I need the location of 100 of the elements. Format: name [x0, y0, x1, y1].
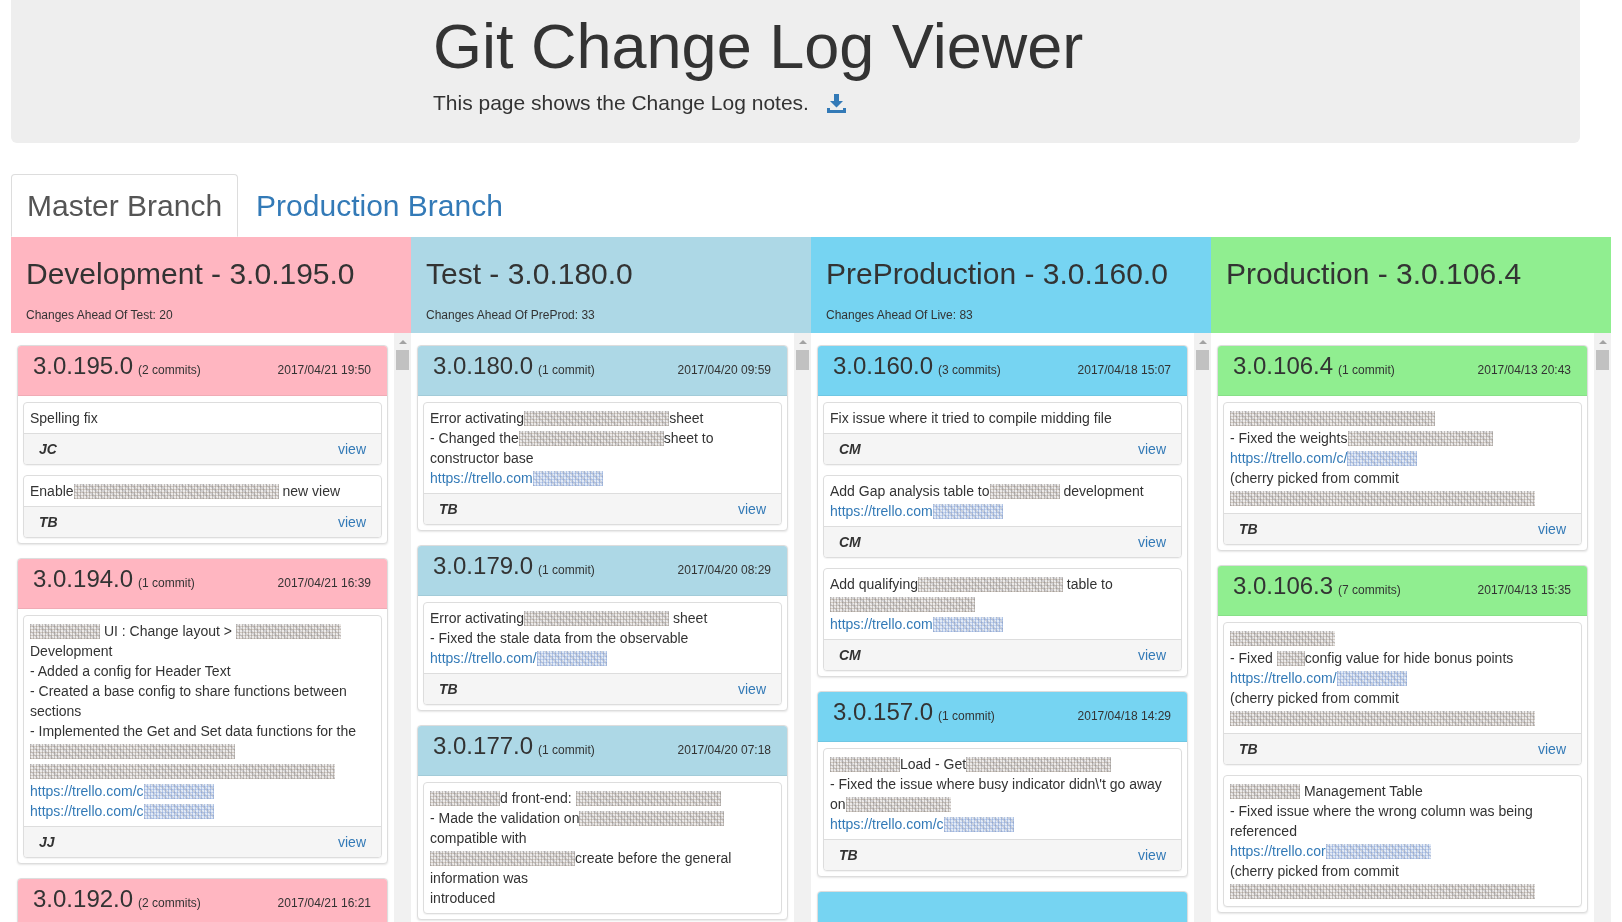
author-initials: JJ [39, 833, 55, 852]
commit-count: (1 commit) [538, 363, 595, 378]
commit-count: (2 commits) [138, 896, 201, 911]
page-subtitle: This page shows the Change Log notes. [433, 90, 809, 116]
blurred-text [932, 617, 1003, 632]
blurred-text [1276, 651, 1305, 666]
author-initials: CM [839, 646, 861, 665]
blurred-text [143, 784, 214, 799]
blurred-text [830, 757, 900, 772]
blurred-text [943, 817, 1014, 832]
commit-count: (1 commit) [1338, 363, 1395, 378]
author-initials: CM [839, 533, 861, 552]
release-date: 2017/04/20 09:59 [677, 363, 771, 378]
commit-message: Error activating sheet - Fixed the stale data from the observable https://trello.com/ [429, 609, 709, 668]
blurred-text [932, 504, 1003, 519]
release-version: 3.0.177.0 [433, 733, 534, 759]
release-date: 2017/04/13 20:43 [1477, 363, 1571, 378]
view-link[interactable]: view [1138, 532, 1166, 552]
changes-ahead-text: Changes Ahead Of Live: 83 [826, 307, 974, 324]
view-link[interactable]: view [738, 679, 766, 699]
blurred-text [532, 471, 603, 486]
commit-message: Fix issue where it tried to compile midding file [829, 409, 1113, 428]
release-date: 2017/04/20 08:29 [677, 563, 771, 578]
view-link[interactable]: view [338, 832, 366, 852]
trello-link[interactable]: https://trello.com [430, 470, 533, 486]
view-link[interactable]: view [1538, 739, 1566, 759]
trello-link[interactable]: https://trello.com/c [830, 816, 944, 832]
changes-ahead-text: Changes Ahead Of PreProd: 33 [426, 307, 596, 324]
changes-ahead-text: Changes Ahead Of Test: 20 [26, 307, 174, 324]
branch-tab[interactable]: Production Branch [240, 174, 519, 237]
scrollbar[interactable] [394, 333, 411, 922]
release-date: 2017/04/21 19:50 [277, 363, 371, 378]
commit-message: - Fixed config value for hide bonus points https://trello.com/ (cherry picked from commit [1224, 623, 1581, 733]
page-title: Git Change Log Viewer [433, 12, 1085, 81]
blurred-text [1336, 671, 1407, 686]
column-title: PreProduction - 3.0.160.0 [826, 256, 1169, 292]
release-version: 3.0.195.0 [33, 353, 134, 379]
release-version: 3.0.194.0 [33, 566, 134, 592]
author-initials: TB [1239, 740, 1258, 759]
view-link[interactable]: view [1138, 845, 1166, 865]
view-link[interactable]: view [338, 512, 366, 532]
author-initials: CM [839, 440, 861, 459]
release-date: 2017/04/21 16:39 [277, 576, 371, 591]
release-version: 3.0.157.0 [833, 699, 934, 725]
blurred-text [1347, 451, 1418, 466]
scrollbar[interactable] [1194, 333, 1211, 922]
release-version: 3.0.106.4 [1233, 353, 1334, 379]
blurred-text [430, 791, 500, 806]
trello-link[interactable]: https://trello.com/c/ [1230, 450, 1348, 466]
author-initials: TB [439, 680, 458, 699]
author-initials: TB [839, 846, 858, 865]
trello-link[interactable]: https://trello.com [830, 616, 933, 632]
column-title: Test - 3.0.180.0 [426, 256, 634, 292]
commit-message: Management Table - Fixed issue where the wrong column was being referenced https://trello.cor (cherry picked from commit [1224, 776, 1581, 906]
scrollbar[interactable] [794, 333, 811, 922]
commit-count: (1 commit) [538, 563, 595, 578]
trello-link[interactable]: https://trello.cor [1230, 843, 1326, 859]
trello-link[interactable]: https://trello.com [830, 503, 933, 519]
trello-link[interactable]: https://trello.com/ [1230, 670, 1337, 686]
author-initials: TB [39, 513, 58, 532]
trello-link[interactable]: https://trello.com/c [30, 803, 144, 819]
release-date: 2017/04/21 16:21 [277, 896, 371, 911]
commit-count: (1 commit) [538, 743, 595, 758]
trello-link[interactable]: https://trello.com/c [30, 783, 144, 799]
release-version: 3.0.106.3 [1233, 573, 1334, 599]
commit-message: - Fixed the weights https://trello.com/c/ (cherry picked from commit [1224, 403, 1581, 513]
download-icon[interactable] [826, 93, 846, 113]
commit-message: UI : Change layout > Development - Added a config for Header Text - Created a base config to share functions between sections - Implemented the Get and Set data functions for the https://trello.com/c https://trello.com/c [29, 622, 358, 821]
blurred-text [536, 651, 607, 666]
commit-count: (3 commits) [938, 363, 1001, 378]
view-link[interactable]: view [338, 439, 366, 459]
view-link[interactable]: view [1138, 439, 1166, 459]
commit-message: Spelling fix [29, 409, 99, 428]
author-initials: TB [439, 500, 458, 519]
column-title: Development - 3.0.195.0 [26, 256, 356, 292]
release-version: 3.0.160.0 [833, 353, 934, 379]
blurred-text [143, 804, 214, 819]
commit-message: Enable new view [29, 482, 342, 501]
author-initials: JC [39, 440, 57, 459]
view-link[interactable]: view [738, 499, 766, 519]
view-link[interactable]: view [1138, 645, 1166, 665]
commit-message: d front-end: - Made the validation on compatible with create before the general information was introduced [429, 789, 733, 908]
blurred-text [989, 484, 1060, 499]
commit-count: (1 commit) [938, 709, 995, 724]
release-date: 2017/04/18 14:29 [1077, 709, 1171, 724]
release-date: 2017/04/20 07:18 [677, 743, 771, 758]
commit-count: (7 commits) [1338, 583, 1401, 598]
trello-link[interactable]: https://trello.com/ [430, 650, 537, 666]
column-title: Production - 3.0.106.4 [1226, 256, 1523, 292]
blurred-text [1230, 784, 1300, 799]
release-date: 2017/04/13 15:35 [1477, 583, 1571, 598]
commit-message: Error activating sheet - Changed the sheet to constructor base https://trello.com [429, 409, 715, 488]
view-link[interactable]: view [1538, 519, 1566, 539]
author-initials: TB [1239, 520, 1258, 539]
branch-tab[interactable]: Master Branch [11, 174, 239, 237]
release-date: 2017/04/18 15:07 [1077, 363, 1171, 378]
commit-message: Add qualifying table to https://trello.com [829, 575, 1114, 634]
release-version: 3.0.180.0 [433, 353, 534, 379]
scrollbar[interactable] [1594, 333, 1611, 922]
release-version: 3.0.192.0 [33, 886, 134, 912]
